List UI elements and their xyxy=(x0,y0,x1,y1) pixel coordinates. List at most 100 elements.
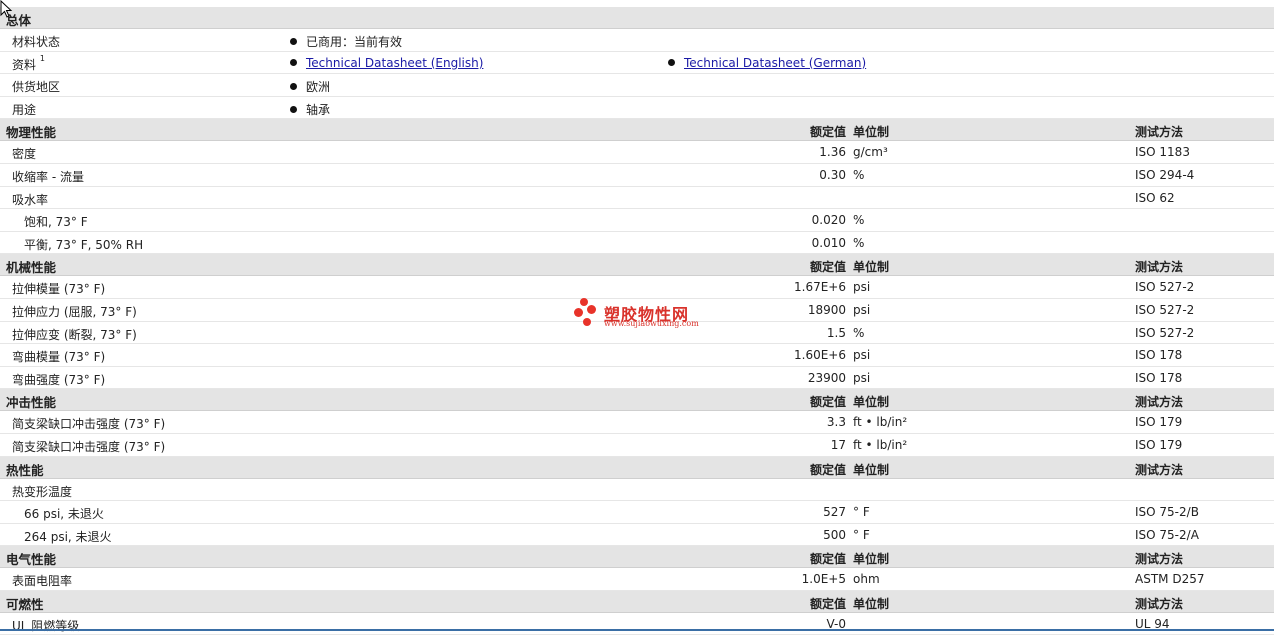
property-value: 1.36 xyxy=(819,145,846,160)
property-label: 平衡, 73° F, 50% RH xyxy=(24,237,144,252)
test-method: ISO 178 xyxy=(1135,370,1183,385)
property-label: 264 psi, 未退火 xyxy=(24,529,112,544)
column-header-method: 测试方法 xyxy=(1135,552,1184,567)
section-header: 冲击性能 额定值 单位制 测试方法 xyxy=(0,389,1274,412)
property-label: 收缩率 - 流量 xyxy=(12,169,84,184)
column-header-value: 额定值 xyxy=(809,552,846,567)
property-row: 弯曲强度 (73° F) 23900 psi ISO 178 xyxy=(0,367,1274,390)
general-row-region: 供货地区 欧洲 xyxy=(0,74,1274,97)
property-label: 拉伸模量 (73° F) xyxy=(12,282,106,297)
property-row: 密度 1.36 g/cm³ ISO 1183 xyxy=(0,141,1274,164)
property-unit: psi xyxy=(853,370,871,385)
section-title: 机械性能 xyxy=(6,260,57,276)
column-header-unit: 单位制 xyxy=(853,462,890,477)
property-label: 拉伸应变 (断裂, 73° F) xyxy=(12,327,137,342)
property-value: 0.010 xyxy=(811,235,846,250)
property-unit: ft • lb/in² xyxy=(853,415,908,430)
region-text: 欧洲 xyxy=(306,80,331,95)
property-value: 527 xyxy=(823,505,846,520)
logo-dot xyxy=(583,318,591,326)
test-method: ISO 527-2 xyxy=(1135,280,1195,295)
property-unit: % xyxy=(853,213,865,228)
uses-text: 轴承 xyxy=(306,102,331,117)
column-header-value: 额定值 xyxy=(809,125,846,140)
general-row-status: 材料状态 已商用：当前有效 xyxy=(0,29,1274,52)
section-header: 电气性能 额定值 单位制 测试方法 xyxy=(0,546,1274,569)
property-value: 17 xyxy=(830,437,846,452)
column-header-value: 额定值 xyxy=(809,596,846,611)
test-method: ISO 75-2/A xyxy=(1135,527,1199,542)
test-method: ISO 1183 xyxy=(1135,145,1190,160)
column-header-unit: 单位制 xyxy=(853,395,890,410)
property-label: 66 psi, 未退火 xyxy=(24,507,104,522)
property-row: 拉伸模量 (73° F) 1.67E+6 psi ISO 527-2 xyxy=(0,276,1274,299)
property-label: 弯曲模量 (73° F) xyxy=(12,350,106,365)
watermark-url: www.sujiaowuxing.com xyxy=(604,319,699,328)
test-method: ISO 75-2/B xyxy=(1135,505,1199,520)
property-row: 66 psi, 未退火 527 ° F ISO 75-2/B xyxy=(0,501,1274,524)
watermark-logo: 塑胶物性网 www.sujiaowuxing.com xyxy=(574,298,714,332)
property-row: 264 psi, 未退火 500 ° F ISO 75-2/A xyxy=(0,524,1274,547)
property-unit: g/cm³ xyxy=(853,145,888,160)
column-header-unit: 单位制 xyxy=(853,125,890,140)
property-label: UL 阻燃等级 xyxy=(12,618,80,633)
property-unit: ° F xyxy=(853,505,870,520)
row-label: 资料 1 xyxy=(12,54,45,73)
property-unit: ohm xyxy=(853,572,880,587)
property-value: 0.020 xyxy=(811,213,846,228)
bullet-icon xyxy=(668,58,675,66)
mouse-cursor-icon xyxy=(0,0,13,18)
section-header-general: 总体 xyxy=(0,7,1274,29)
column-header-method: 测试方法 xyxy=(1135,260,1184,275)
row-label: 材料状态 xyxy=(12,35,61,49)
status-value: 已商用：当前有效 xyxy=(290,33,402,50)
property-unit: % xyxy=(853,235,865,250)
property-row: 表面电阻率 1.0E+5 ohm ASTM D257 xyxy=(0,568,1274,591)
property-sections: 物理性能 额定值 单位制 测试方法 密度 1.36 g/cm³ ISO 1183 收缩率 - 流… xyxy=(0,119,1274,635)
test-method: ISO 179 xyxy=(1135,437,1183,452)
property-unit: ° F xyxy=(853,527,870,542)
property-value: 1.5 xyxy=(826,325,846,340)
property-unit: psi xyxy=(853,348,871,363)
property-unit: % xyxy=(853,325,865,340)
property-value: 1.0E+5 xyxy=(801,572,846,587)
property-unit: psi xyxy=(853,302,871,317)
row-label: 供货地区 xyxy=(12,80,61,95)
bullet-icon xyxy=(290,58,297,66)
logo-dot xyxy=(587,305,596,314)
column-header-unit: 单位制 xyxy=(853,260,890,275)
property-unit: psi xyxy=(853,280,871,295)
property-row: 收缩率 - 流量 0.30% ISO 294-4 xyxy=(0,164,1274,187)
column-header-value: 额定值 xyxy=(809,395,846,410)
test-method: ISO 178 xyxy=(1135,348,1183,363)
property-label: 表面电阻率 xyxy=(12,574,73,589)
property-row: 热变形温度 xyxy=(0,479,1274,502)
section-title: 电气性能 xyxy=(6,552,57,568)
property-value: 1.60E+6 xyxy=(794,348,846,363)
datasheet-english-item: Technical Datasheet (English) xyxy=(290,56,483,70)
property-row: 简支梁缺口冲击强度 (73° F) 3.3 ft • lb/in² ISO 179 xyxy=(0,411,1274,434)
property-label: 简支梁缺口冲击强度 (73° F) xyxy=(12,439,166,454)
property-label: 密度 xyxy=(12,147,37,162)
bullet-icon xyxy=(290,105,297,113)
property-row: 吸水率 ISO 62 xyxy=(0,187,1274,210)
column-header-method: 测试方法 xyxy=(1135,596,1184,611)
test-method: ISO 179 xyxy=(1135,415,1183,430)
property-value: 23900 xyxy=(807,370,846,385)
region-value: 欧洲 xyxy=(290,78,330,95)
datasheet-german-item: Technical Datasheet (German) xyxy=(668,56,866,70)
test-method: ASTM D257 xyxy=(1135,572,1205,587)
test-method: ISO 527-2 xyxy=(1135,302,1195,317)
documents-label: 资料 xyxy=(12,57,37,72)
property-value: 500 xyxy=(823,527,846,542)
property-value: 0.30 xyxy=(819,167,846,182)
column-header-value: 额定值 xyxy=(809,462,846,477)
column-header-method: 测试方法 xyxy=(1135,125,1184,140)
section-header: 机械性能 额定值 单位制 测试方法 xyxy=(0,254,1274,277)
datasheet-german-link[interactable]: Technical Datasheet (German) xyxy=(684,56,866,70)
property-label: 饱和, 73° F xyxy=(24,215,88,230)
property-row: 饱和, 73° F 0.020% xyxy=(0,209,1274,232)
property-value: 1.67E+6 xyxy=(794,280,846,295)
datasheet-english-link[interactable]: Technical Datasheet (English) xyxy=(306,56,483,70)
property-value: 18900 xyxy=(807,302,846,317)
